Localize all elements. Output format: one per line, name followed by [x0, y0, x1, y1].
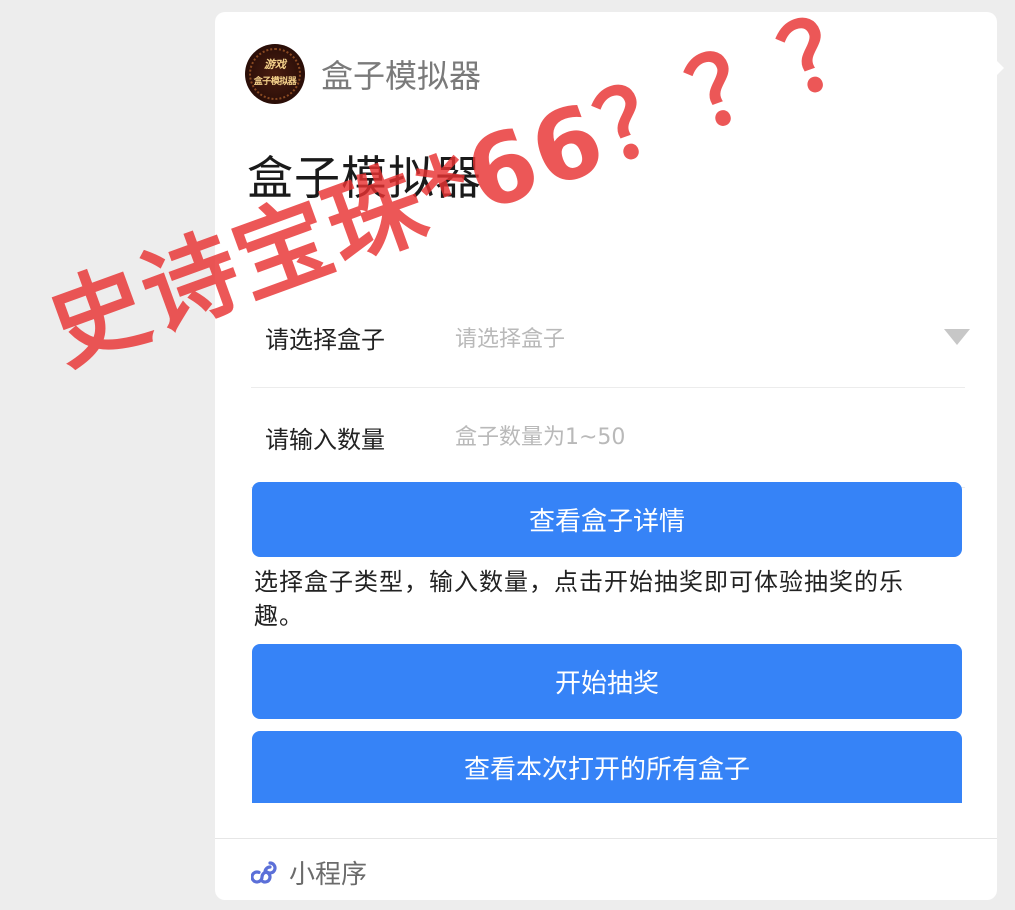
mini-program-icon — [251, 861, 277, 884]
instructions-text: 选择盒子类型，输入数量，点击开始抽奖即可体验抽奖的乐趣。 — [254, 568, 904, 630]
start-draw-button[interactable]: 开始抽奖 — [252, 644, 962, 719]
quantity-row: 请输入数量 — [251, 387, 965, 488]
card-header: 游戏 盒子模拟器 盒子模拟器 — [245, 44, 481, 104]
triangle-down-icon[interactable] — [944, 329, 970, 345]
card-footer: 小程序 — [251, 850, 367, 894]
mini-program-label: 小程序 — [289, 859, 368, 890]
view-box-details-button[interactable]: 查看盒子详情 — [252, 482, 962, 557]
box-select-label: 请选择盒子 — [265, 325, 385, 354]
box-select-row[interactable]: 请选择盒子 请选择盒子 — [251, 287, 970, 388]
footer-divider — [215, 838, 997, 839]
avatar-bottom-text: 盒子模拟器 — [253, 77, 297, 87]
quantity-label: 请输入数量 — [265, 425, 385, 454]
mini-program-card[interactable]: 游戏 盒子模拟器 盒子模拟器 盒子模拟器 请选择盒子 请选择盒子 请输入数量 查… — [215, 12, 997, 900]
view-all-opened-boxes-button[interactable]: 查看本次打开的所有盒子 — [252, 731, 962, 803]
app-name: 盒子模拟器 — [321, 57, 482, 95]
avatar-top-text: 游戏 — [264, 58, 286, 71]
app-avatar: 游戏 盒子模拟器 — [245, 44, 305, 104]
box-select-placeholder[interactable]: 请选择盒子 — [455, 321, 915, 353]
quantity-input[interactable] — [455, 424, 915, 450]
chat-share-card-screen: 游戏 盒子模拟器 盒子模拟器 盒子模拟器 请选择盒子 请选择盒子 请输入数量 查… — [0, 0, 1015, 910]
page-title: 盒子模拟器 — [247, 151, 482, 205]
